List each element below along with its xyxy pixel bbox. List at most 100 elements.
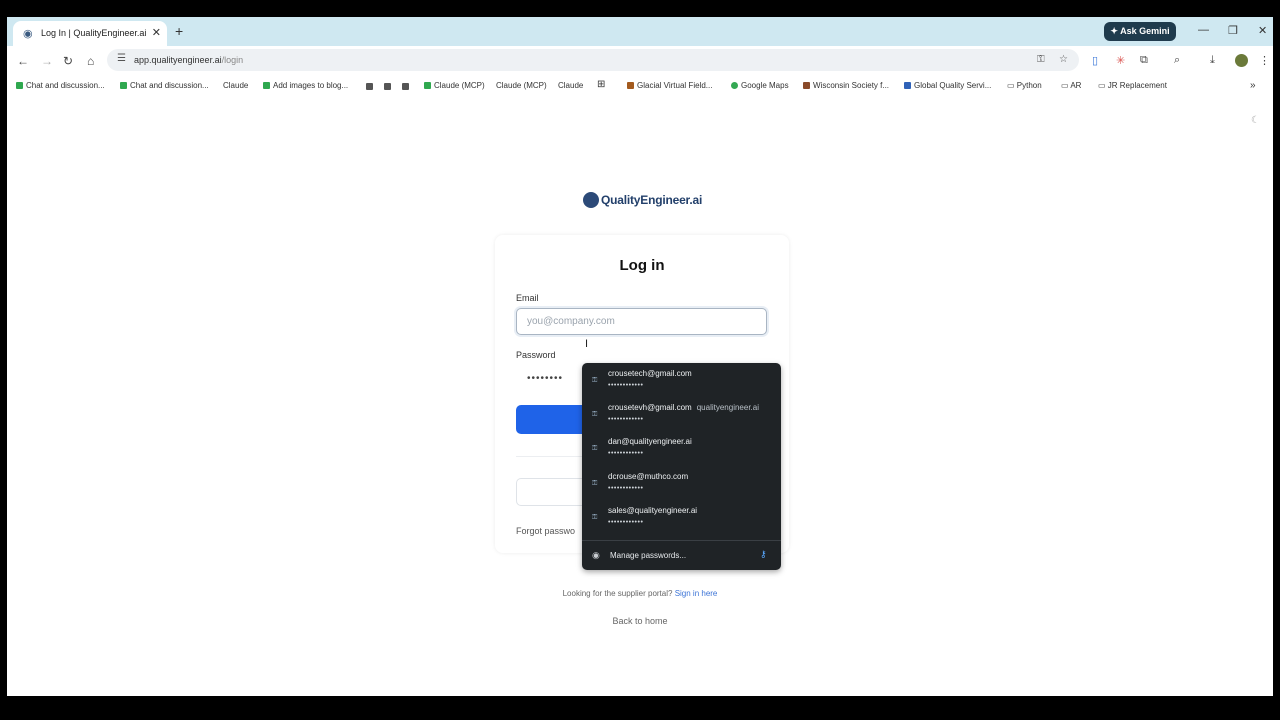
minimize-icon[interactable]: —	[1198, 24, 1209, 36]
ask-gemini-label: Ask Gemini	[1120, 26, 1170, 36]
bookmark-favicon-icon[interactable]	[384, 83, 391, 90]
bookmark-folder[interactable]: ▭ AR	[1061, 81, 1081, 90]
folder-icon: ▭	[1061, 81, 1071, 90]
download-icon[interactable]: ⤓	[1210, 54, 1215, 67]
bookmark-folder[interactable]: ▭ Python	[1007, 81, 1042, 90]
password-label: Password	[516, 350, 556, 360]
bookmark-favicon-icon	[627, 82, 634, 89]
key-icon: ⚿	[592, 514, 598, 521]
bookmark-item[interactable]: Chat and discussion...	[16, 81, 105, 90]
key-icon: ⚷	[760, 549, 767, 559]
autofill-suggestion[interactable]: ⚿ crousetech@gmail.com ••••••••••••	[582, 363, 781, 397]
extensions-puzzle-icon[interactable]: ⧉	[1140, 54, 1148, 67]
tab-login[interactable]: ◉ Log In | QualityEngineer.ai ✕	[13, 21, 167, 46]
bookmark-item[interactable]: Claude (MCP)	[496, 81, 547, 90]
autofill-password: ••••••••••••	[608, 485, 644, 492]
bookmark-favicon-icon	[803, 82, 810, 89]
password-autofill-dropdown: ⚿ crousetech@gmail.com •••••••••••• ⚿ cr…	[582, 363, 781, 570]
browser-toolbar: ← → ↻ ⌂ ☰ app.qualityengineer.ai/login ⚿…	[7, 46, 1273, 76]
bookmark-check-icon	[263, 82, 270, 89]
tab-title: Log In | QualityEngineer.ai	[41, 28, 147, 38]
folder-icon: ▭	[1098, 81, 1108, 90]
restore-icon[interactable]: ❐	[1228, 24, 1238, 37]
reload-icon[interactable]: ↻	[63, 54, 73, 68]
bookmark-item[interactable]: Claude	[558, 81, 583, 90]
bookmark-item[interactable]: Claude (MCP)	[424, 81, 485, 90]
autofill-username: crousetevh@gmail.com qualityengineer.ai	[608, 403, 759, 412]
email-input[interactable]	[516, 308, 767, 335]
bookmark-item[interactable]: Add images to blog...	[263, 81, 348, 90]
password-key-icon[interactable]: ⚿	[1037, 54, 1045, 65]
page-content: ☾ QualityEngineer.ai Log in Email Passwo…	[7, 98, 1273, 696]
back-to-home-link[interactable]: Back to home	[7, 616, 1273, 626]
logo-text: QualityEngineer.ai	[601, 192, 703, 207]
supplier-portal-text: Looking for the supplier portal? Sign in…	[562, 589, 718, 598]
bookmark-favicon-icon[interactable]	[366, 83, 373, 90]
apps-grid-icon[interactable]: ⊞	[597, 79, 605, 90]
text-cursor-icon: I	[585, 338, 589, 350]
supplier-signin-link[interactable]: Sign in here	[675, 589, 718, 598]
bookmark-favicon-icon	[904, 82, 911, 89]
autofill-suggestion[interactable]: ⚿ crousetevh@gmail.com qualityengineer.ai…	[582, 397, 781, 431]
tab-search-icon[interactable]: ⌕	[1174, 54, 1180, 67]
key-icon: ⚿	[592, 411, 598, 418]
profile-avatar[interactable]	[1235, 54, 1248, 67]
site-info-icon[interactable]: ☰	[117, 53, 126, 64]
brand-logo: QualityEngineer.ai	[583, 191, 702, 213]
autofill-suggestion[interactable]: ⚿ dan@qualityengineer.ai ••••••••••••	[582, 431, 781, 465]
url-text: app.qualityengineer.ai/login	[134, 55, 244, 65]
dark-mode-moon-icon[interactable]: ☾	[1251, 115, 1260, 126]
logo-globe-icon	[583, 191, 599, 208]
key-icon: ⚿	[592, 480, 598, 487]
autofill-site: qualityengineer.ai	[696, 403, 759, 412]
bookmark-item[interactable]: Global Quality Servi...	[904, 81, 991, 90]
manage-passwords-link[interactable]: Manage passwords...	[610, 551, 686, 560]
bookmark-star-icon[interactable]: ☆	[1059, 54, 1068, 65]
password-input[interactable]: ••••••••	[527, 373, 563, 384]
key-icon: ⚿	[592, 445, 598, 452]
new-tab-button[interactable]: +	[175, 23, 183, 39]
menu-kebab-icon[interactable]: ⋮	[1259, 54, 1270, 67]
bookmark-favicon-icon[interactable]	[402, 83, 409, 90]
home-icon[interactable]: ⌂	[87, 54, 94, 68]
bookmark-item[interactable]: Glacial Virtual Field...	[627, 81, 712, 90]
tab-strip: ◉ Log In | QualityEngineer.ai ✕ + ✦ Ask …	[7, 17, 1273, 46]
bookmark-check-icon	[424, 82, 431, 89]
tab-close-icon[interactable]: ✕	[152, 26, 161, 39]
extension-asterisk-icon[interactable]: ✳	[1116, 54, 1125, 67]
forgot-password-link[interactable]: Forgot passwo	[516, 526, 575, 536]
window-close-icon[interactable]: ✕	[1258, 24, 1267, 37]
bookmark-item[interactable]: Google Maps	[731, 81, 789, 90]
login-title: Log in	[619, 257, 665, 274]
map-pin-icon	[731, 82, 738, 89]
bookmark-item[interactable]: Chat and discussion...	[120, 81, 209, 90]
back-arrow-icon[interactable]: ←	[17, 54, 29, 68]
autofill-username: sales@qualityengineer.ai	[608, 506, 698, 515]
more-bookmarks-chevron-icon[interactable]: »	[1250, 80, 1256, 91]
key-icon: ⚿	[592, 377, 598, 384]
autofill-password: ••••••••••••	[608, 519, 644, 526]
autofill-username: crousetech@gmail.com	[608, 369, 692, 378]
bookmark-check-icon	[120, 82, 127, 89]
autofill-username: dan@qualityengineer.ai	[608, 437, 692, 446]
bookmark-check-icon	[16, 82, 23, 89]
forward-arrow-icon[interactable]: →	[41, 54, 53, 68]
autofill-suggestion[interactable]: ⚿ sales@qualityengineer.ai ••••••••••••	[582, 500, 781, 534]
autofill-password: ••••••••••••	[608, 382, 644, 389]
google-password-manager-icon: ◉	[592, 550, 600, 560]
autofill-password: ••••••••••••	[608, 416, 644, 423]
gemini-sparkle-icon: ✦	[1110, 26, 1121, 36]
autofill-username: dcrouse@muthco.com	[608, 472, 689, 481]
bookmark-folder[interactable]: ▭ JR Replacement	[1098, 81, 1167, 90]
ask-gemini-button[interactable]: ✦ Ask Gemini	[1104, 22, 1176, 41]
address-bar[interactable]: ☰ app.qualityengineer.ai/login ⚿ ☆	[107, 49, 1079, 71]
autofill-separator	[582, 540, 781, 541]
folder-icon: ▭	[1007, 81, 1017, 90]
bookmark-item[interactable]: Wisconsin Society f...	[803, 81, 889, 90]
extension-doc-icon[interactable]: ▯	[1092, 54, 1098, 67]
browser-window: ◉ Log In | QualityEngineer.ai ✕ + ✦ Ask …	[7, 17, 1273, 696]
autofill-suggestion[interactable]: ⚿ dcrouse@muthco.com ••••••••••••	[582, 466, 781, 500]
bookmark-item[interactable]: Claude	[223, 81, 248, 90]
site-favicon-icon: ◉	[23, 28, 33, 40]
autofill-password: ••••••••••••	[608, 450, 644, 457]
